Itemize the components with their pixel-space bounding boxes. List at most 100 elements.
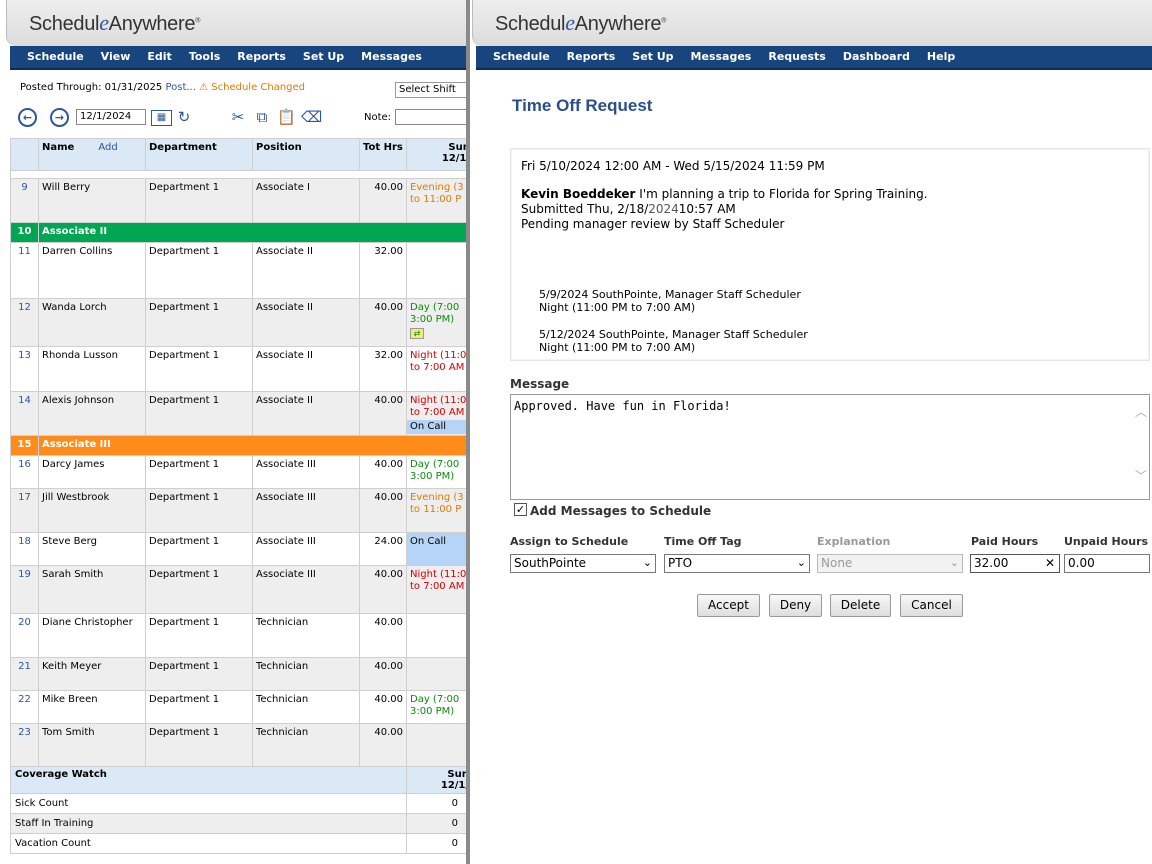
add-employee-link[interactable]: Add: [98, 142, 117, 153]
deny-button[interactable]: Deny: [769, 594, 822, 617]
paste-icon[interactable]: 📋: [277, 108, 296, 126]
row-number: 21: [10, 657, 39, 691]
schedule-changed-link[interactable]: Schedule Changed: [211, 82, 305, 93]
employee-position: Associate II: [252, 391, 360, 436]
swap-icon[interactable]: ⇄: [410, 328, 424, 339]
assignment-item: 5/9/2024 SouthPointe, Manager Staff Sche…: [539, 288, 801, 314]
nav-schedule[interactable]: Schedule: [10, 46, 93, 68]
nav-setup[interactable]: Set Up: [624, 46, 682, 68]
employee-name[interactable]: Diane Christopher: [38, 613, 146, 658]
unpaid-hours-input[interactable]: 0.00: [1064, 554, 1150, 573]
employee-name[interactable]: Steve Berg: [38, 532, 146, 566]
table-row[interactable]: 20 Diane Christopher Department 1 Technicia…: [10, 613, 466, 658]
employee-name[interactable]: Alexis Johnson: [38, 391, 146, 436]
employee-position: Associate III: [252, 565, 360, 614]
employee-name[interactable]: Darren Collins: [38, 242, 146, 299]
employee-name[interactable]: Jill Westbrook: [38, 488, 146, 533]
nav-tools[interactable]: Tools: [181, 46, 229, 68]
table-row[interactable]: 18 Steve Berg Department 1 Associate III 24.…: [10, 532, 466, 566]
table-row[interactable]: 21 Keith Meyer Department 1 Technician 40.00: [10, 657, 466, 691]
table-row[interactable]: 16 Darcy James Department 1 Associate III 40…: [10, 455, 466, 489]
shift-cell[interactable]: Night (11:0 to 7:00 AM: [406, 565, 466, 614]
tot-hrs-column-header[interactable]: Tot Hrs: [359, 138, 407, 171]
scroll-down-icon[interactable]: ﹀: [1135, 469, 1147, 483]
clear-icon[interactable]: ✕: [1045, 556, 1055, 570]
employee-position: Associate II: [252, 298, 360, 347]
employee-name[interactable]: Mike Breen: [38, 690, 146, 724]
nav-messages[interactable]: Messages: [683, 46, 761, 68]
delete-button[interactable]: Delete: [830, 594, 891, 617]
employee-department: Department 1: [145, 613, 253, 658]
employee-position: Associate III: [252, 488, 360, 533]
table-row[interactable]: 13 Rhonda Lusson Department 1 Associate II 3…: [10, 346, 466, 392]
shift-cell[interactable]: Night (11:0 to 7:00 AM: [406, 346, 466, 392]
employee-total-hours: 40.00: [359, 657, 407, 691]
nav-reports[interactable]: Reports: [229, 46, 295, 68]
shift-cell[interactable]: Day (7:00 3:00 PM): [406, 455, 466, 489]
time-off-tag-select[interactable]: PTO ⌄: [664, 554, 810, 573]
eraser-icon[interactable]: ⌫: [301, 108, 322, 126]
nav-setup[interactable]: Set Up: [295, 46, 353, 68]
department-column-header[interactable]: Department: [145, 138, 253, 171]
shift-cell[interactable]: Day (7:00 3:00 PM): [406, 690, 466, 724]
post-link[interactable]: Post...: [165, 82, 195, 93]
next-arrow-icon[interactable]: →: [50, 108, 69, 127]
employee-name[interactable]: Will Berry: [38, 178, 146, 223]
employee-name[interactable]: Rhonda Lusson: [38, 346, 146, 392]
table-row[interactable]: 12 Wanda Lorch Department 1 Associate II 40.…: [10, 298, 466, 347]
date-input[interactable]: 12/1/2024: [76, 109, 146, 125]
accept-button[interactable]: Accept: [697, 594, 760, 617]
employee-name[interactable]: Wanda Lorch: [38, 298, 146, 347]
cut-icon[interactable]: ✂: [229, 108, 247, 126]
nav-reports[interactable]: Reports: [559, 46, 625, 68]
message-textarea[interactable]: Approved. Have fun in Florida! ︿ ﹀: [510, 394, 1150, 500]
table-row[interactable]: 17 Jill Westbrook Department 1 Associate II…: [10, 488, 466, 533]
shift-cell[interactable]: On Call: [406, 532, 466, 566]
shift-cell[interactable]: [406, 657, 466, 691]
employee-name[interactable]: Tom Smith: [38, 723, 146, 768]
table-row[interactable]: 11 Darren Collins Department 1 Associate II…: [10, 242, 466, 299]
previous-arrow-icon[interactable]: ←: [18, 108, 37, 127]
name-column-header[interactable]: Name Add: [38, 138, 146, 171]
employee-name[interactable]: Darcy James: [38, 455, 146, 489]
calendar-icon[interactable]: ▦: [151, 110, 172, 126]
request-date-range: Fri 5/10/2024 12:00 AM - Wed 5/15/2024 1…: [521, 159, 825, 173]
refresh-icon[interactable]: ↻: [175, 108, 193, 126]
table-row[interactable]: 14 Alexis Johnson Department 1 Associate II…: [10, 391, 466, 436]
shift-cell[interactable]: Night (11:0 to 7:00 AM On Call: [406, 391, 466, 436]
copy-icon[interactable]: ⧉: [253, 108, 271, 126]
cancel-button[interactable]: Cancel: [900, 594, 963, 617]
nav-view[interactable]: View: [93, 46, 140, 68]
add-messages-label: Add Messages to Schedule: [530, 504, 712, 518]
nav-messages[interactable]: Messages: [353, 46, 431, 68]
employee-name[interactable]: Sarah Smith: [38, 565, 146, 614]
nav-help[interactable]: Help: [919, 46, 964, 68]
add-messages-checkbox[interactable]: ✓: [514, 503, 527, 516]
table-row[interactable]: 9 Will Berry Department 1 Associate I 40.00 E…: [10, 178, 466, 223]
nav-edit[interactable]: Edit: [139, 46, 180, 68]
employee-name[interactable]: Keith Meyer: [38, 657, 146, 691]
note-input[interactable]: [395, 109, 466, 125]
shift-cell[interactable]: Evening (3 to 11:00 P: [406, 178, 466, 223]
employee-department: Department 1: [145, 346, 253, 392]
employee-total-hours: 40.00: [359, 690, 407, 724]
nav-schedule[interactable]: Schedule: [476, 46, 559, 68]
shift-cell[interactable]: [406, 242, 466, 299]
shift-cell[interactable]: [406, 723, 466, 768]
shift-cell[interactable]: [406, 613, 466, 658]
table-row[interactable]: 23 Tom Smith Department 1 Technician 40.00: [10, 723, 466, 768]
scroll-up-icon[interactable]: ︿: [1135, 405, 1147, 419]
assign-to-schedule-select[interactable]: SouthPointe ⌄: [510, 554, 656, 573]
table-row[interactable]: 19 Sarah Smith Department 1 Associate III 40…: [10, 565, 466, 614]
shift-cell[interactable]: Day (7:00 3:00 PM) ⇄: [406, 298, 466, 347]
table-row[interactable]: 22 Mike Breen Department 1 Technician 40.00 D…: [10, 690, 466, 724]
select-shift-dropdown[interactable]: Select Shift: [395, 82, 466, 98]
position-column-header[interactable]: Position: [252, 138, 360, 171]
employee-position: Technician: [252, 723, 360, 768]
nav-requests[interactable]: Requests: [760, 46, 834, 68]
paid-hours-input[interactable]: 32.00 ✕: [970, 554, 1060, 573]
nav-dashboard[interactable]: Dashboard: [835, 46, 919, 68]
shift-cell[interactable]: Evening (3 to 11:00 P: [406, 488, 466, 533]
app-logo: ScheduleAnywhere®: [495, 10, 667, 35]
employee-total-hours: 40.00: [359, 613, 407, 658]
